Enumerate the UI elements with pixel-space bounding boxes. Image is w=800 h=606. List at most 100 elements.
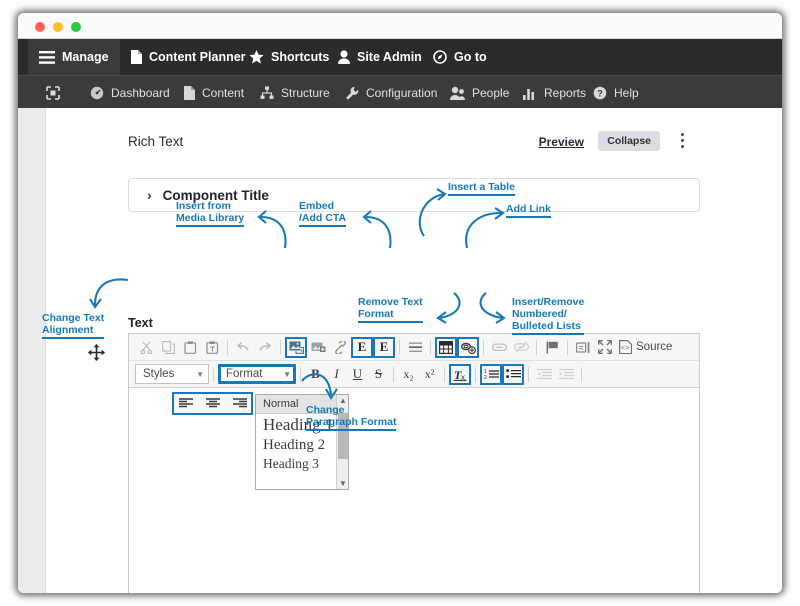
chevron-down-icon: ▼ [196,369,204,379]
page-body: Rich Text Preview Collapse › Component T… [18,108,782,593]
admin-menu-manage[interactable]: Manage [28,39,120,75]
toolbar-separator [227,339,228,355]
redo-icon[interactable] [254,337,276,358]
unlink-icon[interactable] [510,337,532,358]
admin-menu-site-admin-label: Site Admin [357,50,422,64]
close-window-button[interactable] [35,22,45,32]
expand-toolbar-button[interactable] [36,76,70,109]
embed-icon[interactable]: E [351,336,373,358]
undo-icon[interactable] [232,337,254,358]
image-icon[interactable] [307,337,329,358]
bulleted-list-icon[interactable] [502,363,524,385]
toolbar-separator [280,339,281,355]
superscript-icon[interactable]: x² [419,364,440,385]
svg-text:x: x [461,373,465,381]
scroll-down-icon[interactable]: ▼ [337,478,348,489]
numbered-list-icon[interactable]: 12 [480,363,502,385]
hamburger-icon [39,50,55,64]
admin-menu-content-planner[interactable]: Content Planner [120,39,257,75]
annotation-change-text-alignment: Change Text Alignment [42,312,105,339]
flag-icon[interactable] [541,337,563,358]
admin-nav-people[interactable]: People [440,76,519,109]
paste-icon[interactable] [179,337,201,358]
user-icon [338,50,350,64]
styles-dropdown-label: Styles [143,368,175,380]
remove-format-icon[interactable]: Tx [449,363,471,385]
copy-icon[interactable] [157,337,179,358]
cut-icon[interactable] [135,337,157,358]
svg-text:?: ? [597,88,603,98]
subscript-icon[interactable]: x₂ [398,364,419,385]
maximize-icon[interactable] [594,337,616,358]
bars-icon [523,86,537,100]
format-option-heading-3[interactable]: Heading 3 [256,455,348,473]
toolbar-separator [581,366,582,382]
maximize-window-button[interactable] [71,22,81,32]
editor-content-area[interactable] [129,388,699,593]
format-dropdown-label: Format [226,368,263,380]
preview-link[interactable]: Preview [539,135,584,149]
admin-menu-go-to[interactable]: Go to [422,39,498,75]
page-title: Rich Text [128,134,184,149]
format-option-heading-2[interactable]: Heading 2 [256,436,348,455]
admin-nav-people-label: People [472,85,510,100]
toolbar-separator [475,366,476,382]
sitemap-icon [260,86,274,100]
admin-nav-dashboard[interactable]: Dashboard [80,76,180,109]
star-icon [249,50,264,64]
align-left-icon[interactable] [175,393,197,414]
link-icon[interactable] [488,337,510,358]
chevron-right-icon: › [147,187,152,203]
admin-toolbar-secondary: Dashboard Content Structure Configuratio… [18,75,782,108]
toolbar-separator [399,339,400,355]
page-break-icon[interactable] [572,337,594,358]
media-library-icon[interactable] [285,336,307,358]
minimize-window-button[interactable] [53,22,63,32]
table-icon[interactable] [435,336,457,358]
wrench-icon [345,86,359,100]
annotation-arrow-link [459,207,507,249]
admin-menu-go-to-label: Go to [454,50,487,64]
paste-text-icon[interactable] [201,337,223,358]
underline-icon[interactable]: U [347,364,368,385]
alignment-button-group [172,392,253,415]
editor-toolbar-row-1: E E <> Source [129,334,699,361]
collapse-button[interactable]: Collapse [598,131,660,151]
strikethrough-icon[interactable]: S [368,364,389,385]
admin-menu-shortcuts-label: Shortcuts [271,50,330,64]
more-options-button[interactable] [675,133,689,151]
anchor-icon[interactable] [329,337,351,358]
page-icon [184,85,195,100]
admin-menu-site-admin[interactable]: Site Admin [327,39,433,75]
add-cta-icon[interactable]: E [373,336,395,358]
component-header: Rich Text Preview Collapse [128,131,698,155]
admin-nav-help-label: Help [614,85,639,100]
indent-icon[interactable] [555,364,577,385]
align-right-icon[interactable] [229,393,251,414]
source-button[interactable]: <> Source [616,337,672,358]
toolbar-separator [567,339,568,355]
link-add-icon[interactable] [457,336,479,358]
admin-nav-help[interactable]: ? Help [583,76,649,109]
admin-menu-shortcuts[interactable]: Shortcuts [238,39,340,75]
align-center-icon[interactable] [202,393,224,414]
left-rail [18,108,46,593]
admin-nav-configuration[interactable]: Configuration [335,76,447,109]
admin-nav-content[interactable]: Content [174,76,254,109]
format-dropdown[interactable]: Format ▼ [218,364,296,384]
source-label: Source [636,341,673,353]
admin-menu-manage-label: Manage [62,50,109,64]
annotation-remove-text-format: Remove Text Format [358,296,423,323]
annotation-arrow-alignment [86,277,130,313]
content-area: Rich Text Preview Collapse › Component T… [46,108,782,593]
outdent-icon[interactable] [533,364,555,385]
toolbar-separator [528,366,529,382]
styles-dropdown[interactable]: Styles ▼ [135,364,209,384]
window-titlebar [18,13,782,39]
admin-menu-content-planner-label: Content Planner [149,50,246,64]
horizontal-rule-icon[interactable] [404,337,426,358]
toolbar-separator [483,339,484,355]
annotation-add-link: Add Link [506,203,551,218]
admin-toolbar-primary: Manage Content Planner Shortcuts Site Ad… [18,39,782,75]
admin-nav-structure[interactable]: Structure [250,76,340,109]
